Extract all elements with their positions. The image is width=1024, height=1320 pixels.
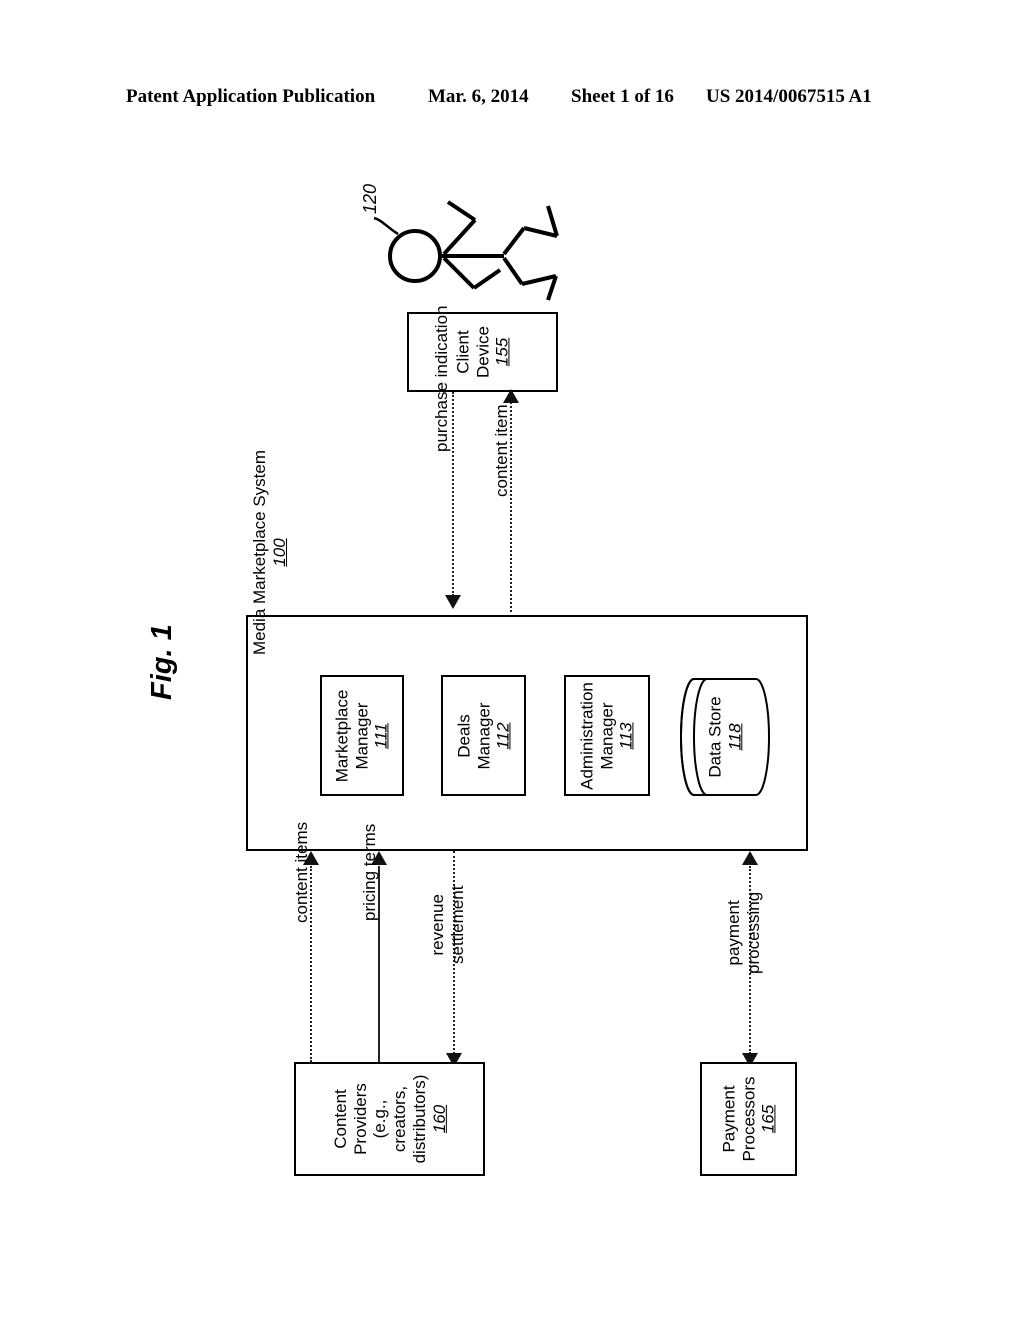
client-device-label: Client Device 155 xyxy=(453,326,512,378)
patent-figure-page: Patent Application Publication Mar. 6, 2… xyxy=(0,0,1024,1320)
administration-manager-line2: Manager xyxy=(597,701,617,770)
payment-processors-ref: 165 xyxy=(758,1104,778,1134)
marketplace-manager-ref: 111 xyxy=(371,722,391,749)
content-items-label: content items xyxy=(292,821,311,923)
content-providers-label: Content Providers (e.g., creators, distr… xyxy=(330,1075,448,1164)
purchase-indication-arrowhead xyxy=(445,595,461,609)
administration-manager-box: Administration Manager 113 xyxy=(564,675,650,796)
deals-manager-box: Deals Manager 112 xyxy=(441,675,526,796)
revenue-settlement-label: revenue settlement xyxy=(428,886,467,964)
header-sheet: Sheet 1 of 16 xyxy=(571,86,674,107)
data-store-cylinder: Data Store 118 xyxy=(680,676,770,798)
payment-processors-box: Payment Processors 165 xyxy=(700,1062,797,1176)
content-providers-line2: Providers xyxy=(350,1083,370,1155)
payment-processing-arrowhead-up xyxy=(742,851,758,865)
deals-manager-line2: Manager xyxy=(473,701,493,770)
deals-manager-label: Deals Manager 112 xyxy=(454,702,513,769)
deals-manager-line1: Deals xyxy=(453,713,473,758)
content-providers-box: Content Providers (e.g., creators, distr… xyxy=(294,1062,485,1176)
revenue-settlement-line2: settlement xyxy=(447,885,467,964)
page-header: Patent Application Publication Mar. 6, 2… xyxy=(0,86,1024,112)
media-marketplace-system-title: Media Marketplace System 100 xyxy=(250,435,302,670)
administration-manager-label: Administration Manager 113 xyxy=(577,682,636,790)
system-ref: 100 xyxy=(269,538,289,567)
payment-processing-label: payment processing xyxy=(724,892,763,974)
client-device-line2: Device xyxy=(472,326,492,378)
payment-processors-line2: Processors xyxy=(738,1076,758,1162)
data-store-line1: Data Store xyxy=(705,696,725,778)
purchase-indication-line xyxy=(452,392,454,596)
purchase-indication-label: purchase indication xyxy=(432,305,451,452)
data-store-label: Data Store 118 xyxy=(705,696,744,777)
client-device-ref: 155 xyxy=(492,337,512,367)
client-device-box: Client Device 155 xyxy=(407,312,558,392)
deals-manager-ref: 112 xyxy=(493,721,513,750)
data-store-ref: 118 xyxy=(725,723,744,751)
marketplace-manager-label: Marketplace Manager 111 xyxy=(332,689,391,782)
payment-processing-line2: processing xyxy=(743,891,763,974)
content-providers-line3: (e.g., xyxy=(369,1099,389,1139)
header-patent-number: US 2014/0067515 A1 xyxy=(706,86,872,107)
header-publication: Patent Application Publication xyxy=(126,86,376,107)
content-providers-line4: creators, xyxy=(389,1085,409,1153)
payment-processors-line1: Payment xyxy=(718,1085,738,1153)
payment-processing-line1: payment xyxy=(724,900,743,966)
administration-manager-ref: 113 xyxy=(616,721,636,750)
reference-numeral-120: 120 xyxy=(360,183,380,214)
client-device-line1: Client xyxy=(452,330,472,374)
administration-manager-line1: Administration xyxy=(577,681,597,790)
header-date: Mar. 6, 2014 xyxy=(428,86,529,107)
figure-label: Fig. 1 xyxy=(146,624,178,700)
pricing-terms-label: pricing terms xyxy=(360,823,379,921)
content-item-label: content item xyxy=(492,404,511,497)
content-item-arrowhead xyxy=(503,389,519,403)
content-providers-line5: distributors) xyxy=(409,1074,429,1164)
revenue-settlement-line1: revenue xyxy=(428,894,447,956)
content-providers-ref: 160 xyxy=(428,1104,448,1134)
payment-processors-label: Payment Processors 165 xyxy=(719,1076,778,1161)
marketplace-manager-line1: Marketplace xyxy=(332,689,352,782)
user-stick-figure-icon xyxy=(352,172,582,302)
system-title-text: Media Marketplace System xyxy=(250,449,269,656)
marketplace-manager-box: Marketplace Manager 111 xyxy=(320,675,404,796)
content-providers-line1: Content xyxy=(330,1089,350,1149)
marketplace-manager-line2: Manager xyxy=(352,701,372,770)
